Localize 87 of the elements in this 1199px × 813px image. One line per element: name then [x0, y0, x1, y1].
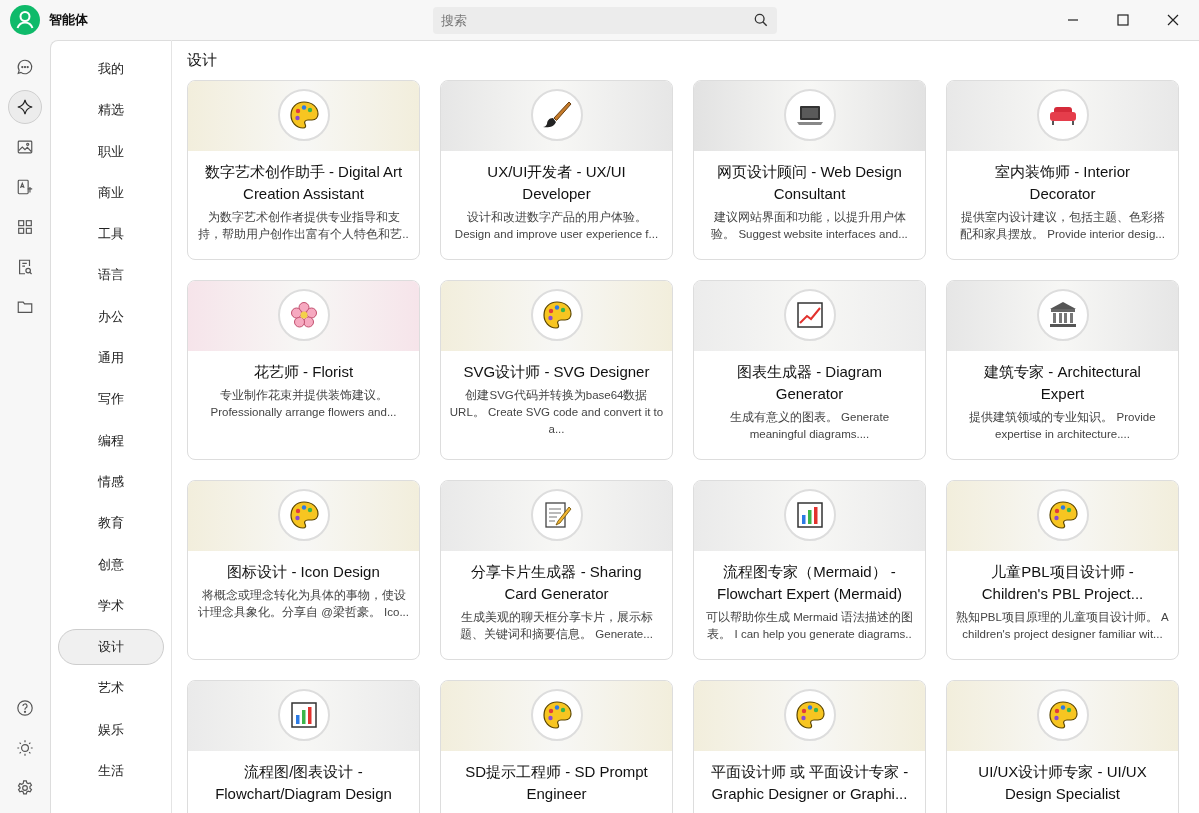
chat-icon [16, 58, 34, 76]
agent-card[interactable]: SVG设计师 - SVG Designer 创建SVG代码并转换为base64数据URL。 Create SVG code and convert it to a... [440, 280, 673, 460]
agent-description: 将概念或理念转化为具体的事物，使设计理念具象化。分享自 @梁哲豪。 Ico... [197, 588, 410, 620]
agent-title: 建筑专家 - Architectural Expert [983, 362, 1142, 404]
agent-title: UX/UI开发者 - UX/UI Developer [486, 162, 627, 204]
category-item[interactable]: 创意 [58, 546, 164, 583]
category-item[interactable]: 职业 [58, 133, 164, 170]
agent-title: SD提示工程师 - SD Prompt Engineer [464, 762, 649, 804]
section-title: 设计 [187, 51, 218, 70]
palette-icon [793, 699, 826, 731]
palette-icon [287, 99, 320, 131]
document-search-icon [16, 258, 34, 276]
agent-card[interactable]: UX/UI开发者 - UX/UI Developer 设计和改进数字产品的用户体验。 Design and improve user experience f... [440, 80, 673, 260]
agent-description: 为数字艺术创作者提供专业指导和支持，帮助用户创作出富有个人特色和艺.. [197, 210, 410, 242]
nav-rail-button[interactable] [8, 90, 42, 124]
agent-card[interactable]: 室内装饰师 - Interior Decorator 提供室内设计建议，包括主题、色彩搭配和家具摆放。 Provide interior desig... [946, 80, 1179, 260]
agent-title: 花艺师 - Florist [252, 362, 355, 382]
agent-title: 网页设计顾问 - Web Design Consultant [716, 162, 903, 204]
agent-card[interactable]: 流程图/图表设计 - Flowchart/Diagram Design [187, 680, 420, 813]
palette-icon [540, 299, 573, 331]
agent-description: 专业制作花束并提供装饰建议。 Professionally arrange flowers and... [209, 388, 398, 420]
agent-description: 生成有意义的图表。 Generate meaningful diagrams.... [728, 410, 891, 442]
help-icon [16, 699, 34, 717]
agent-description: 生成美观的聊天框分享卡片，展示标题、关键词和摘要信息。 Generate... [459, 610, 654, 642]
agent-description: 创建SVG代码并转换为base64数据URL。 Create SVG code and convert it to a... [448, 388, 665, 437]
agent-title: SVG设计师 - SVG Designer [462, 362, 651, 382]
agent-description: 提供建筑领域的专业知识。 Provide expertise in architecture.... [968, 410, 1157, 442]
agent-title: 图标设计 - Icon Design [226, 562, 381, 582]
category-item[interactable]: 生活 [58, 753, 164, 790]
agent-card[interactable]: 平面设计师 或 平面设计专家 - Graphic Designer or Graphi... [693, 680, 926, 813]
agent-card[interactable]: 网页设计顾问 - Web Design Consultant 建议网站界面和功能，以提升用户体验。 Suggest website interfaces and... [693, 80, 926, 260]
palette-icon [1046, 499, 1079, 531]
category-item[interactable]: 娱乐 [58, 711, 164, 748]
translate-icon [16, 178, 34, 196]
agent-title: 图表生成器 - Diagram Generator [736, 362, 883, 404]
agent-description: 建议网站界面和功能，以提升用户体验。 Suggest website interfaces and... [710, 210, 909, 242]
sun-icon [16, 739, 34, 757]
search-icon[interactable] [754, 12, 768, 27]
image-icon [16, 138, 34, 156]
agent-card[interactable]: 花艺师 - Florist 专业制作花束并提供装饰建议。 Professionally arrange flowers and... [187, 280, 420, 460]
agent-title: 平面设计师 或 平面设计专家 - Graphic Designer or Graphi... [709, 762, 910, 804]
agent-card[interactable]: 图表生成器 - Diagram Generator 生成有意义的图表。 Generate meaningful diagrams.... [693, 280, 926, 460]
category-item[interactable]: 语言 [58, 257, 164, 294]
category-item[interactable]: 商业 [58, 174, 164, 211]
category-item[interactable]: 艺术 [58, 670, 164, 707]
palette-icon [1046, 699, 1079, 731]
agent-title: 室内装饰师 - Interior Decorator [994, 162, 1131, 204]
agent-title: 儿童PBL项目设计师 - Children's PBL Project... [980, 562, 1145, 604]
agent-card[interactable]: 建筑专家 - Architectural Expert 提供建筑领域的专业知识。 Provide expertise in architecture.... [946, 280, 1179, 460]
category-item[interactable]: 精选 [58, 92, 164, 129]
category-item[interactable]: 编程 [58, 422, 164, 459]
agent-description: 提供室内设计建议，包括主题、色彩搭配和家具摆放。 Provide interior desig... [959, 210, 1166, 242]
folder-icon [16, 298, 34, 316]
window-title: 智能体 [49, 11, 88, 29]
agent-title: 数字艺术创作助手 - Digital Art Creation Assistant [203, 162, 404, 204]
category-item[interactable]: 情感 [58, 463, 164, 500]
agent-card[interactable]: 流程图专家（Mermaid） - Flowchart Expert (Mermaid) 可以帮助你生成 Mermaid 语法描述的图表。 I can help you generate diagrams.. [693, 480, 926, 660]
settings-icon [16, 779, 34, 797]
palette-icon [540, 699, 573, 731]
category-item[interactable]: 学术 [58, 587, 164, 624]
sparkle-icon [16, 98, 34, 116]
palette-icon [287, 499, 320, 531]
agent-title: 流程图专家（Mermaid） - Flowchart Expert (Mermaid) [715, 562, 903, 604]
agent-card[interactable]: 图标设计 - Icon Design 将概念或理念转化为具体的事物，使设计理念具象化。分享自 @梁哲豪。 Ico... [187, 480, 420, 660]
grid-icon [16, 218, 34, 236]
category-item[interactable]: 我的 [58, 51, 164, 87]
category-item[interactable]: 工具 [58, 216, 164, 253]
category-item[interactable]: 设计 [58, 629, 164, 666]
agent-card[interactable]: 儿童PBL项目设计师 - Children's PBL Project... 熟知PBL项目原理的儿童项目设计师。 A children's project designer familiar wit... [946, 480, 1179, 660]
agent-card[interactable]: 数字艺术创作助手 - Digital Art Creation Assistant 为数字艺术创作者提供专业指导和支持，帮助用户创作出富有个人特色和艺.. [187, 80, 420, 260]
agent-title: UI/UX设计师专家 - UI/UX Design Specialist [977, 762, 1148, 804]
close-icon[interactable] [1167, 14, 1179, 26]
agent-title: 流程图/图表设计 - Flowchart/Diagram Design [214, 762, 393, 804]
category-item[interactable]: 教育 [58, 505, 164, 542]
search-field[interactable]: 搜索 [433, 6, 777, 34]
category-item[interactable]: 通用 [58, 340, 164, 377]
category-item[interactable]: 办公 [58, 298, 164, 335]
maximize-icon[interactable] [1117, 14, 1129, 26]
agent-card[interactable]: 分享卡片生成器 - Sharing Card Generator 生成美观的聊天框分享卡片，展示标题、关键词和摘要信息。 Generate... [440, 480, 673, 660]
agent-description: 设计和改进数字产品的用户体验。 Design and improve user experience f... [453, 210, 660, 242]
agent-card[interactable]: UI/UX设计师专家 - UI/UX Design Specialist [946, 680, 1179, 813]
category-item[interactable]: 写作 [58, 381, 164, 418]
agent-title: 分享卡片生成器 - Sharing Card Generator [470, 562, 643, 604]
avatar-icon [10, 5, 40, 35]
agent-description: 可以帮助你生成 Mermaid 语法描述的图表。 I can help you generate diagrams.. [704, 610, 915, 642]
agent-card[interactable]: SD提示工程师 - SD Prompt Engineer [440, 680, 673, 813]
agent-description: 熟知PBL项目原理的儿童项目设计师。 A children's project designer familiar wit... [955, 610, 1170, 642]
